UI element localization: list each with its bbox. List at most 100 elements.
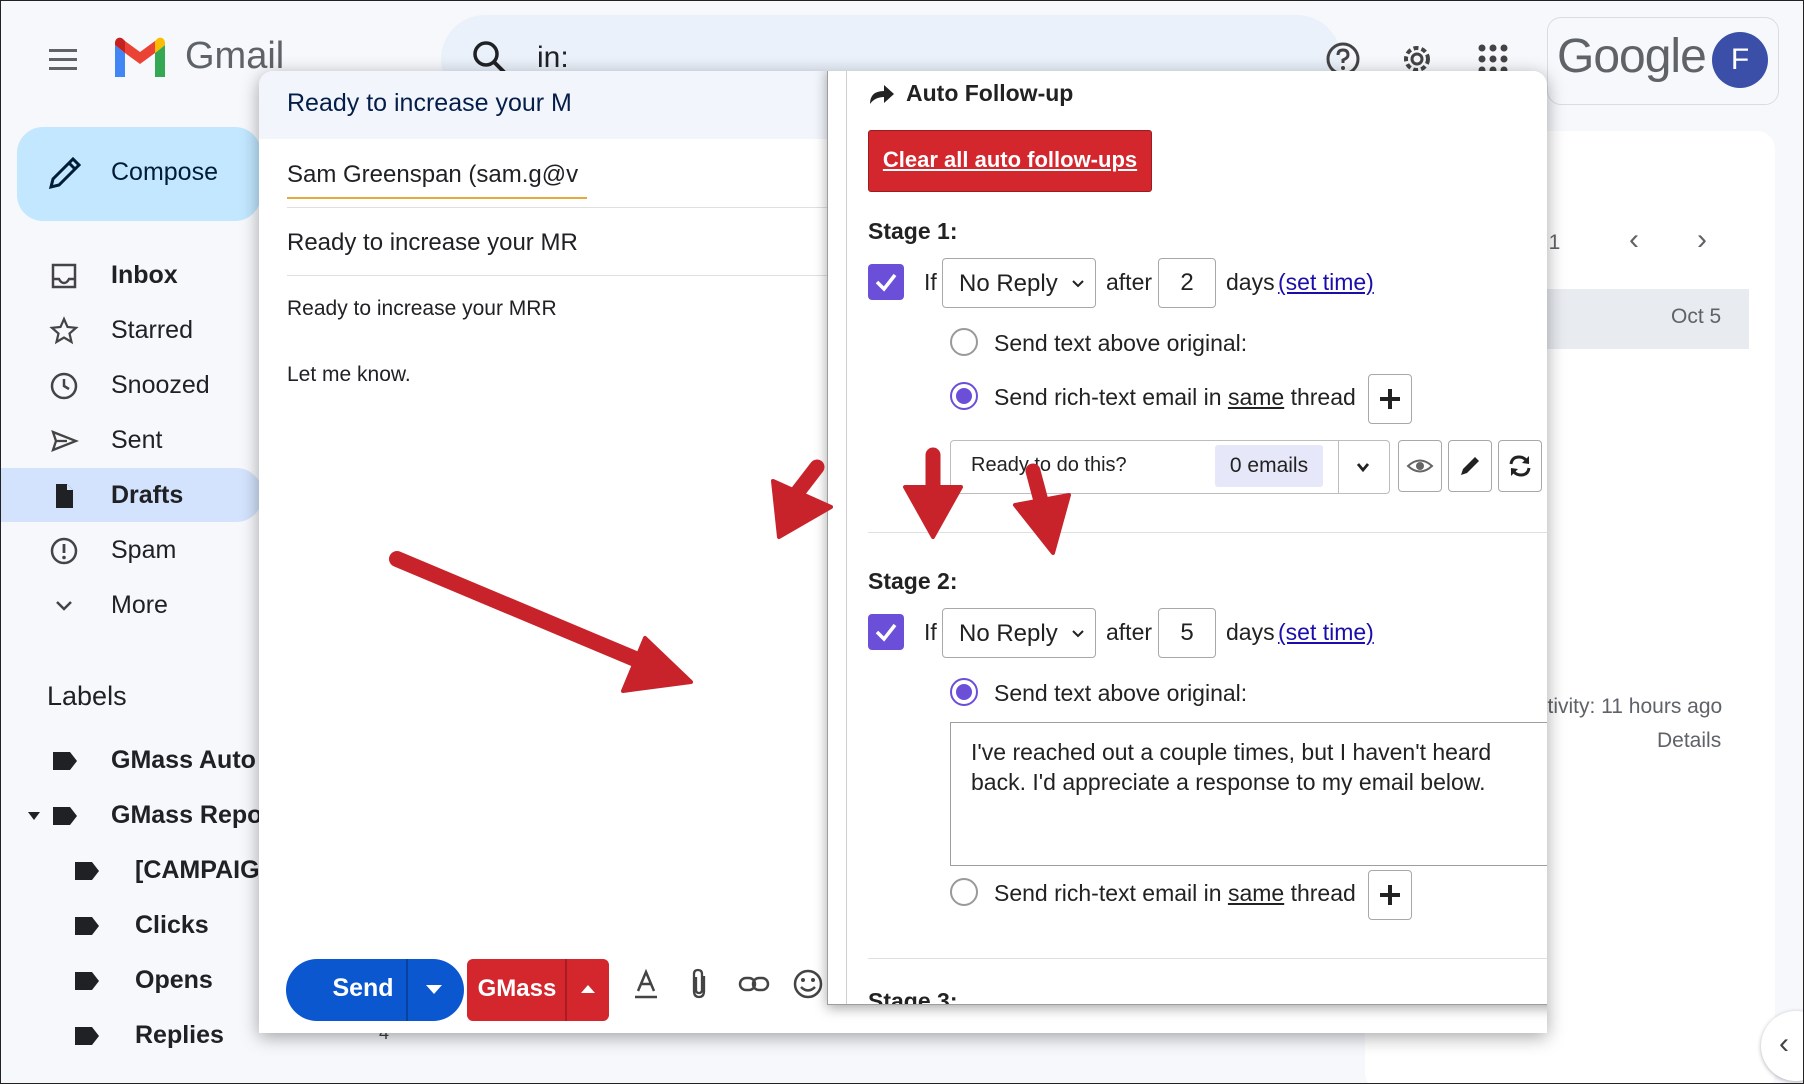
label-replies[interactable]: Replies bbox=[1, 1011, 261, 1061]
clear-followups-label: Clear all auto follow-ups bbox=[882, 147, 1138, 172]
clear-followups-button[interactable]: Clear all auto follow-ups bbox=[868, 130, 1152, 192]
body-line[interactable]: Ready to increase your MRR bbox=[287, 297, 557, 321]
chevron-down-icon[interactable] bbox=[1355, 459, 1371, 475]
auto-followup-title: Auto Follow-up bbox=[906, 80, 1074, 106]
preview-template-button[interactable] bbox=[1398, 440, 1442, 492]
link-icon[interactable] bbox=[737, 967, 771, 1001]
stage-2-days-label: days bbox=[1226, 619, 1275, 645]
label-campaigns[interactable]: [CAMPAIG bbox=[1, 846, 261, 896]
label-name: GMass Repo bbox=[111, 801, 263, 829]
stage-2-after-label: after bbox=[1106, 619, 1153, 645]
older-chevron-icon[interactable]: › bbox=[1697, 223, 1707, 257]
template-divider bbox=[1338, 441, 1339, 493]
checkmark-icon bbox=[875, 623, 897, 642]
template-name: Ready to do this? bbox=[971, 454, 1127, 476]
refresh-templates-button[interactable] bbox=[1498, 440, 1542, 492]
sidebar-item-drafts[interactable]: Drafts bbox=[1, 468, 263, 522]
star-icon bbox=[49, 316, 79, 345]
stage-1-rich-text-label: Send rich-text email in same thread bbox=[994, 384, 1356, 411]
gmass-button[interactable]: GMass bbox=[467, 959, 609, 1021]
emoji-icon[interactable] bbox=[791, 967, 825, 1001]
recipient-underline bbox=[287, 197, 587, 199]
stage-1-condition-dropdown[interactable]: No Reply bbox=[942, 258, 1096, 308]
sidebar-item-label: Starred bbox=[111, 316, 193, 344]
refresh-icon bbox=[1509, 455, 1531, 477]
stage-1-rich-text-radio[interactable] bbox=[950, 382, 978, 410]
sidebar-item-label: Sent bbox=[111, 426, 163, 454]
stage-1-text-above-radio[interactable] bbox=[950, 328, 978, 356]
stage-1-days-label: days bbox=[1226, 269, 1275, 295]
stage-2-days-input[interactable]: 5 bbox=[1158, 608, 1216, 658]
sidebar-item-more[interactable]: More bbox=[1, 578, 263, 632]
stage-1-condition-value: No Reply bbox=[959, 270, 1058, 297]
label-name: GMass Auto bbox=[111, 746, 256, 774]
expand-caret-icon[interactable] bbox=[27, 811, 41, 821]
newer-chevron-icon[interactable]: ‹ bbox=[1629, 223, 1639, 257]
stage-1-checkbox[interactable] bbox=[868, 264, 904, 300]
rich-text-suffix: thread bbox=[1290, 384, 1356, 410]
rich-text-same: same bbox=[1227, 880, 1285, 906]
sidebar-item-spam[interactable]: Spam bbox=[1, 523, 263, 577]
sidebar-item-snoozed[interactable]: Snoozed bbox=[1, 358, 263, 412]
send-divider bbox=[406, 959, 408, 1021]
label-tag-icon bbox=[75, 917, 99, 935]
label-name: [CAMPAIG bbox=[135, 856, 260, 884]
stage-2-if-label: If bbox=[924, 619, 937, 645]
stage-1-if-label: If bbox=[924, 269, 937, 295]
edit-template-button[interactable] bbox=[1448, 440, 1492, 492]
stage-1-days-input[interactable]: 2 bbox=[1158, 258, 1216, 308]
main-menu-icon[interactable] bbox=[45, 41, 81, 77]
stage-2-rich-text-radio[interactable] bbox=[950, 878, 978, 906]
stage-2-checkbox[interactable] bbox=[868, 614, 904, 650]
sidebar-item-sent[interactable]: Sent bbox=[1, 413, 263, 467]
label-gmass-reports[interactable]: GMass Repo bbox=[1, 791, 263, 841]
body-line[interactable]: Let me know. bbox=[287, 363, 411, 387]
sidebar-item-inbox[interactable]: Inbox bbox=[1, 248, 263, 302]
stage-2-heading: Stage 2: bbox=[868, 568, 958, 594]
sidebar-item-starred[interactable]: Starred bbox=[1, 303, 263, 357]
account-avatar[interactable]: F bbox=[1712, 32, 1768, 88]
recipient-field[interactable]: Sam Greenspan (sam.g@v bbox=[287, 161, 578, 189]
gmass-divider bbox=[565, 959, 567, 1021]
stage-2-add-template-button[interactable] bbox=[1368, 870, 1412, 920]
label-clicks[interactable]: Clicks bbox=[1, 901, 261, 951]
stage-2-followup-text: I've reached out a couple times, but I h… bbox=[971, 739, 1492, 795]
inbox-icon bbox=[51, 263, 77, 289]
send-button[interactable]: Send bbox=[286, 959, 464, 1021]
label-name: Clicks bbox=[135, 911, 209, 939]
stage-1-set-time-link[interactable]: (set time) bbox=[1278, 269, 1374, 296]
search-query[interactable]: in: bbox=[537, 41, 569, 75]
stage-2-followup-textarea[interactable]: I've reached out a couple times, but I h… bbox=[950, 722, 1547, 866]
subject-field[interactable]: Ready to increase your MR bbox=[287, 229, 578, 257]
rich-text-suffix: thread bbox=[1290, 880, 1356, 906]
google-wordmark: Google bbox=[1557, 30, 1707, 83]
gmass-settings-caret-icon[interactable] bbox=[581, 985, 595, 993]
details-link[interactable]: Details bbox=[1657, 729, 1721, 753]
send-label: Send bbox=[332, 974, 394, 1002]
rich-text-prefix: Send rich-text email in bbox=[994, 880, 1222, 906]
rich-text-same: same bbox=[1227, 384, 1285, 410]
stage-1-heading: Stage 1: bbox=[868, 218, 958, 244]
stage-2-condition-dropdown[interactable]: No Reply bbox=[942, 608, 1096, 658]
stage-3-heading: Stage 3: bbox=[868, 988, 958, 1005]
attach-icon[interactable] bbox=[683, 967, 717, 1001]
compose-window: Ready to increase your M Sam Greenspan (… bbox=[259, 71, 1547, 1033]
chevron-down-icon bbox=[56, 601, 72, 611]
stage-divider bbox=[868, 958, 1547, 959]
gmail-logo-icon[interactable] bbox=[111, 35, 169, 81]
stage-1-add-template-button[interactable] bbox=[1368, 374, 1412, 424]
clock-icon bbox=[50, 372, 78, 400]
stage-1-template-select[interactable]: Ready to do this? 0 emails bbox=[950, 440, 1390, 494]
plus-icon bbox=[1380, 389, 1400, 409]
message-row-date: Oct 5 bbox=[1671, 305, 1722, 328]
label-gmass-auto[interactable]: GMass Auto bbox=[1, 736, 261, 786]
label-opens[interactable]: Opens bbox=[1, 956, 261, 1006]
stage-2-set-time-link[interactable]: (set time) bbox=[1278, 619, 1374, 646]
gmass-label: GMass bbox=[477, 975, 557, 1002]
stage-2-text-above-radio[interactable] bbox=[950, 678, 978, 706]
send-options-caret-icon[interactable] bbox=[426, 985, 442, 994]
pencil-icon bbox=[48, 156, 82, 190]
text-format-icon[interactable] bbox=[629, 967, 663, 1001]
collapse-chevron-icon[interactable] bbox=[1546, 84, 1547, 104]
stage-1-after-label: after bbox=[1106, 269, 1153, 295]
